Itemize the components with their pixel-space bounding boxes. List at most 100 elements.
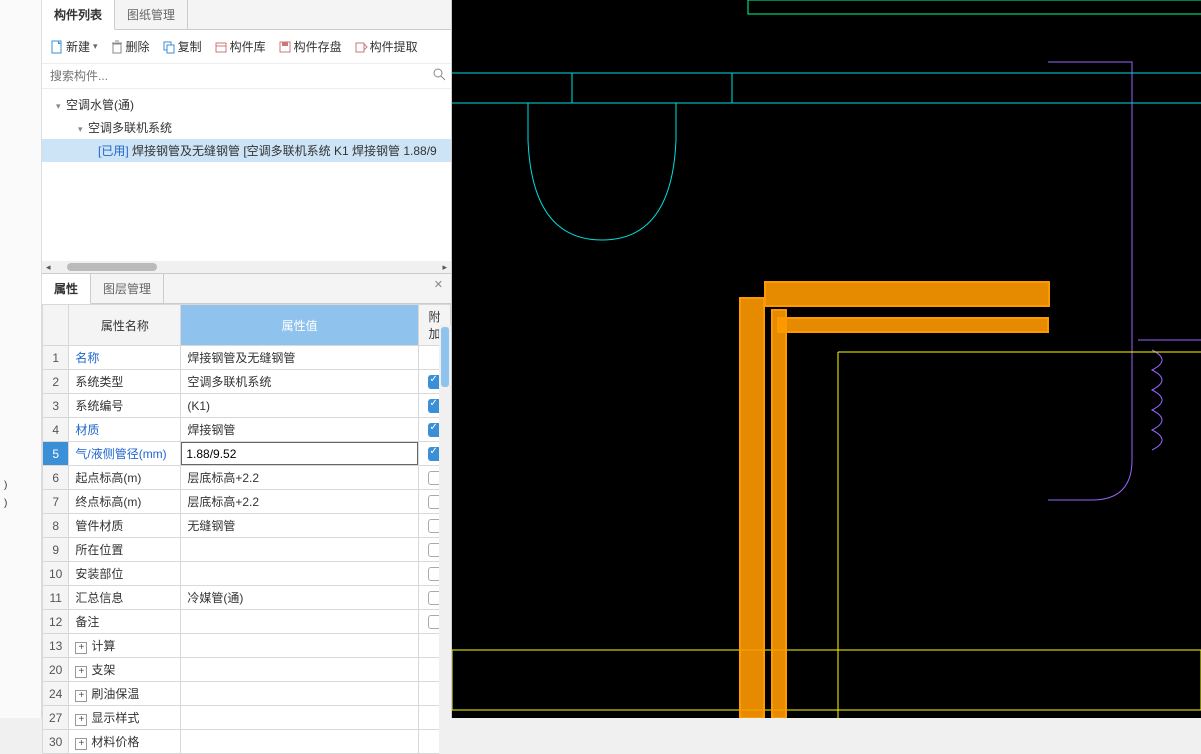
table-row[interactable]: 9所在位置	[43, 538, 451, 562]
table-row[interactable]: 8管件材质无缝钢管	[43, 514, 451, 538]
scroll-thumb[interactable]	[441, 327, 449, 387]
extract-icon	[354, 40, 368, 54]
prop-name-cell[interactable]: 安装部位	[69, 562, 181, 586]
expand-icon[interactable]: +	[75, 714, 87, 726]
new-label: 新建	[66, 38, 90, 55]
prop-name-cell[interactable]: 所在位置	[69, 538, 181, 562]
row-number: 5	[43, 442, 69, 466]
prop-name-cell[interactable]: 名称	[69, 346, 181, 370]
extract-label: 构件提取	[370, 38, 418, 55]
prop-name-cell[interactable]: 备注	[69, 610, 181, 634]
extract-button[interactable]: 构件提取	[350, 36, 422, 57]
lib-button[interactable]: 构件库	[210, 36, 270, 57]
strip-marker: )	[4, 480, 14, 486]
prop-value-cell[interactable]	[181, 610, 419, 634]
row-number: 8	[43, 514, 69, 538]
prop-value-cell[interactable]	[181, 730, 419, 754]
prop-value-cell[interactable]: 冷媒管(通)	[181, 586, 419, 610]
new-button[interactable]: 新建 ▾	[46, 36, 102, 57]
row-number: 11	[43, 586, 69, 610]
prop-value-cell[interactable]	[181, 634, 419, 658]
table-row[interactable]: 4材质焊接钢管	[43, 418, 451, 442]
header-value[interactable]: 属性值	[181, 305, 419, 346]
prop-name-cell[interactable]: +材料价格	[69, 730, 181, 754]
table-row[interactable]: 13+计算	[43, 634, 451, 658]
table-row[interactable]: 1名称焊接钢管及无缝钢管	[43, 346, 451, 370]
prop-value-cell[interactable]: 无缝钢管	[181, 514, 419, 538]
tab-drawing-mgmt[interactable]: 图纸管理	[115, 0, 188, 29]
table-row[interactable]: 12备注	[43, 610, 451, 634]
left-strip: ) )	[0, 0, 42, 718]
prop-name-cell[interactable]: 系统编号	[69, 394, 181, 418]
table-row[interactable]: 20+支架	[43, 658, 451, 682]
close-icon[interactable]: ✕	[426, 274, 451, 303]
prop-value-cell[interactable]: 焊接钢管	[181, 418, 419, 442]
prop-name-cell[interactable]: +刷油保温	[69, 682, 181, 706]
prop-name-cell[interactable]: 管件材质	[69, 514, 181, 538]
grid-vertical-scrollbar[interactable]	[439, 325, 451, 754]
prop-value-cell[interactable]: 层底标高+2.2	[181, 490, 419, 514]
tab-layer-mgmt[interactable]: 图层管理	[91, 274, 164, 303]
table-row[interactable]: 2系统类型空调多联机系统	[43, 370, 451, 394]
prop-value-cell[interactable]	[181, 658, 419, 682]
expand-icon[interactable]: +	[75, 738, 87, 750]
search-row	[42, 64, 451, 89]
expand-icon[interactable]: +	[75, 690, 87, 702]
copy-button[interactable]: 复制	[158, 36, 206, 57]
row-number: 13	[43, 634, 69, 658]
scroll-left-icon[interactable]: ◂	[42, 262, 55, 273]
expand-arrow-icon: ▾	[78, 124, 88, 135]
tab-properties[interactable]: 属性	[42, 274, 91, 304]
table-row[interactable]: 11汇总信息冷媒管(通)	[43, 586, 451, 610]
prop-name-cell[interactable]: 材质	[69, 418, 181, 442]
prop-value-cell[interactable]	[181, 442, 419, 466]
prop-name-cell[interactable]: +支架	[69, 658, 181, 682]
property-grid: 属性名称 属性值 附加 1名称焊接钢管及无缝钢管2系统类型空调多联机系统3系统编…	[42, 304, 451, 754]
prop-name-cell[interactable]: 汇总信息	[69, 586, 181, 610]
header-name[interactable]: 属性名称	[69, 305, 181, 346]
scroll-thumb[interactable]	[67, 263, 157, 271]
prop-value-input[interactable]	[181, 442, 418, 465]
prop-value-cell[interactable]	[181, 562, 419, 586]
scroll-right-icon[interactable]: ▸	[438, 262, 451, 273]
table-row[interactable]: 3系统编号(K1)	[43, 394, 451, 418]
prop-name-cell[interactable]: 气/液侧管径(mm)	[69, 442, 181, 466]
expand-icon[interactable]: +	[75, 666, 87, 678]
expand-icon[interactable]: +	[75, 642, 87, 654]
save-button[interactable]: 构件存盘	[274, 36, 346, 57]
tree-node[interactable]: ▾空调水管(通)	[42, 93, 451, 116]
tab-component-list[interactable]: 构件列表	[42, 0, 115, 30]
prop-value-cell[interactable]	[181, 538, 419, 562]
prop-value-cell[interactable]: 焊接钢管及无缝钢管	[181, 346, 419, 370]
prop-name-cell[interactable]: +计算	[69, 634, 181, 658]
table-row[interactable]: 7终点标高(m)层底标高+2.2	[43, 490, 451, 514]
tree-horizontal-scrollbar[interactable]: ◂ ▸	[42, 261, 451, 273]
table-row[interactable]: 6起点标高(m)层底标高+2.2	[43, 466, 451, 490]
save-label: 构件存盘	[294, 38, 342, 55]
prop-name-cell[interactable]: 起点标高(m)	[69, 466, 181, 490]
row-number: 20	[43, 658, 69, 682]
prop-value-cell[interactable]: 空调多联机系统	[181, 370, 419, 394]
row-number: 3	[43, 394, 69, 418]
row-number: 24	[43, 682, 69, 706]
row-number: 4	[43, 418, 69, 442]
prop-value-cell[interactable]: 层底标高+2.2	[181, 466, 419, 490]
search-button[interactable]	[427, 64, 451, 88]
cad-canvas[interactable]	[452, 0, 1201, 718]
tree-node[interactable]: ▾空调多联机系统	[42, 116, 451, 139]
lib-label: 构件库	[230, 38, 266, 55]
tree-node-selected[interactable]: [已用] 焊接钢管及无缝钢管 [空调多联机系统 K1 焊接钢管 1.88/9	[42, 139, 451, 162]
table-row[interactable]: 24+刷油保温	[43, 682, 451, 706]
prop-value-cell[interactable]: (K1)	[181, 394, 419, 418]
cad-drawing	[452, 0, 1201, 718]
prop-name-cell[interactable]: 系统类型	[69, 370, 181, 394]
search-input[interactable]	[42, 64, 427, 88]
table-row[interactable]: 10安装部位	[43, 562, 451, 586]
table-row[interactable]: 5气/液侧管径(mm)	[43, 442, 451, 466]
prop-value-cell[interactable]	[181, 682, 419, 706]
delete-button[interactable]: 删除	[106, 36, 154, 57]
prop-name-cell[interactable]: 终点标高(m)	[69, 490, 181, 514]
row-number: 10	[43, 562, 69, 586]
component-tree[interactable]: ▾空调水管(通) ▾空调多联机系统 [已用] 焊接钢管及无缝钢管 [空调多联机系…	[42, 89, 451, 273]
table-row[interactable]: 30+材料价格	[43, 730, 451, 754]
